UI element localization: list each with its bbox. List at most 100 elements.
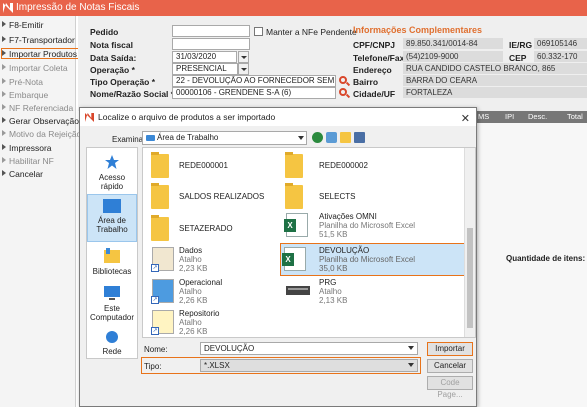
manter-nfe-label: Manter a NFe Pendente — [266, 27, 357, 37]
sidebar-item-label: Embarque — [9, 90, 49, 100]
excel-file-icon — [282, 247, 306, 271]
sidebar-item-embarque[interactable]: Embarque — [2, 90, 48, 101]
arrow-right-icon — [2, 91, 6, 97]
sidebar-item-nf-referenciada[interactable]: NF Referenciada — [2, 103, 73, 114]
file-item[interactable]: SALDOS REALIZADOS — [149, 182, 274, 210]
search-icon[interactable] — [339, 76, 347, 84]
file-name-input[interactable]: DEVOLUÇÃO — [200, 342, 418, 355]
import-button[interactable]: Importar — [427, 342, 473, 356]
file-item[interactable]: REDE000001 — [149, 151, 274, 179]
place-libraries[interactable]: Bibliotecas — [87, 248, 137, 282]
search-icon[interactable] — [339, 88, 347, 96]
chevron-down-icon[interactable] — [408, 346, 414, 350]
sidebar-item-importar-coleta[interactable]: Importar Coleta — [2, 63, 68, 74]
sidebar-item-cancelar[interactable]: Cancelar — [2, 169, 43, 180]
sidebar-item-label: Pré-Nota — [9, 77, 44, 87]
scrollbar-thumb[interactable] — [467, 228, 473, 328]
operacao-select[interactable]: PRESENCIAL — [172, 63, 238, 75]
tipo-operacao-label: Tipo Operação * — [90, 77, 156, 87]
place-label: Este Computador — [89, 304, 135, 322]
file-name: Dados — [179, 246, 203, 255]
place-network[interactable]: Rede — [87, 330, 137, 356]
telefone-label: Telefone/Fax — [353, 53, 405, 63]
file-type-value: *.XLSX — [204, 361, 230, 370]
info-section-header: Informações Complementares — [353, 25, 483, 35]
file-name-label: Nome: — [144, 345, 168, 354]
file-item[interactable]: ↗ Dados Atalho 2,23 KB — [149, 245, 274, 275]
col-ms-header[interactable]: MS — [478, 111, 489, 123]
manter-nfe-checkbox[interactable] — [254, 27, 263, 36]
file-name-value: DEVOLUÇÃO — [204, 344, 255, 353]
file-type: Planilha do Microsoft Excel — [319, 221, 416, 230]
file-name: SETAZERADO — [179, 224, 233, 233]
sidebar-item-habilitar-nf[interactable]: Habilitar NF — [2, 156, 54, 167]
col-total-header[interactable]: Total — [567, 111, 583, 123]
arrow-right-icon — [2, 104, 6, 110]
sidebar-item-importar-produtos[interactable]: Importar Produtos — [1, 48, 81, 59]
sidebar-item-gerar-observacao[interactable]: Gerar Observação — [2, 116, 79, 127]
place-label: Acesso rápido — [98, 173, 126, 191]
folder-icon — [285, 183, 303, 209]
col-desc-header[interactable]: Desc. — [528, 111, 547, 123]
sidebar-item-label: Cancelar — [9, 169, 44, 179]
file-name: DEVOLUÇÃO — [319, 246, 370, 255]
pedido-input[interactable] — [172, 25, 250, 37]
place-this-pc[interactable]: Este Computador — [87, 286, 137, 326]
file-name: Ativações OMNI — [319, 212, 377, 221]
file-item-selected[interactable]: DEVOLUÇÃO Planilha do Microsoft Excel 35… — [280, 243, 469, 276]
file-type: Atalho — [179, 255, 202, 264]
dialog-title-bar: Localize o arquivo de produtos a ser imp… — [80, 108, 476, 126]
nome-razao-input[interactable]: 00000106 - GRENDENE S-A (6) — [172, 87, 336, 99]
file-item[interactable]: Ativações OMNI Planilha do Microsoft Exc… — [283, 211, 453, 241]
chevron-down-icon — [298, 136, 304, 140]
desktop-icon — [103, 199, 121, 213]
sidebar-item-impressora[interactable]: Impressora — [2, 143, 52, 154]
nota-fiscal-input[interactable] — [172, 38, 250, 50]
file-item[interactable]: ↗ Repositorio Atalho 2,26 KB — [149, 308, 274, 337]
nome-razao-label: Nome/Razão Social * — [90, 89, 175, 99]
col-ipi-header[interactable]: IPI — [505, 111, 514, 123]
arrow-right-icon — [2, 130, 6, 136]
arrow-right-icon — [2, 78, 6, 84]
back-icon[interactable] — [312, 132, 323, 143]
date-picker-button[interactable] — [238, 51, 249, 63]
arrow-right-icon — [2, 170, 6, 176]
file-type-label: Tipo: — [144, 362, 162, 371]
file-name: PRG — [319, 278, 337, 287]
sidebar-item-motivo-rejeicao[interactable]: Motivo da Rejeição — [2, 129, 81, 140]
file-item[interactable]: PRG Atalho 2,13 KB — [283, 277, 453, 307]
file-item[interactable]: ↗ Operacional Atalho 2,26 KB — [149, 277, 274, 307]
sidebar-item-label: Motivo da Rejeição — [9, 129, 82, 139]
file-name: Repositorio — [179, 309, 220, 318]
view-menu-icon[interactable] — [354, 132, 365, 143]
file-type-select[interactable]: *.XLSX — [200, 359, 418, 372]
data-saida-input[interactable]: 31/03/2020 — [172, 51, 237, 63]
tipo-operacao-input[interactable]: 22 - DEVOLUÇÃO AO FORNECEDOR SEM DEFEITO — [172, 75, 336, 87]
operacao-dropdown-button[interactable] — [238, 63, 249, 75]
arrow-right-icon — [2, 64, 6, 70]
place-quick-access[interactable]: Acesso rápido — [87, 154, 137, 191]
code-page-button[interactable]: Code Page... — [427, 376, 473, 399]
file-item[interactable]: REDE000002 — [283, 151, 453, 179]
app-logo-icon — [3, 3, 13, 13]
cep-value: 60.332-170 — [534, 51, 587, 62]
file-item[interactable]: SELECTS — [283, 182, 453, 210]
star-icon — [105, 155, 119, 169]
up-folder-icon[interactable] — [326, 132, 337, 143]
file-item[interactable]: SETAZERADO — [149, 214, 274, 242]
file-name: REDE000002 — [319, 161, 368, 170]
sidebar-item-pre-nota[interactable]: Pré-Nota — [2, 77, 43, 88]
folder-icon — [151, 152, 169, 178]
quantity-label: Quantidade de itens: — [506, 254, 586, 263]
sidebar-item-f8-emitir[interactable]: F8-Emitir — [2, 20, 43, 31]
endereco-value: RUA CANDIDO CASTELO BRANCO, 865 — [403, 63, 587, 74]
new-folder-icon[interactable] — [340, 132, 351, 143]
close-icon[interactable]: ✕ — [461, 110, 470, 128]
file-list-scrollbar[interactable] — [464, 148, 475, 337]
place-desktop[interactable]: Área de Trabalho — [87, 194, 137, 242]
cancel-button[interactable]: Cancelar — [427, 359, 473, 373]
sidebar-item-f7-transportador[interactable]: F7-Transportador — [2, 35, 75, 46]
arrow-right-icon — [2, 36, 6, 42]
lookin-select[interactable]: Área de Trabalho — [142, 131, 307, 145]
sidebar-item-label: Impressora — [9, 143, 52, 153]
